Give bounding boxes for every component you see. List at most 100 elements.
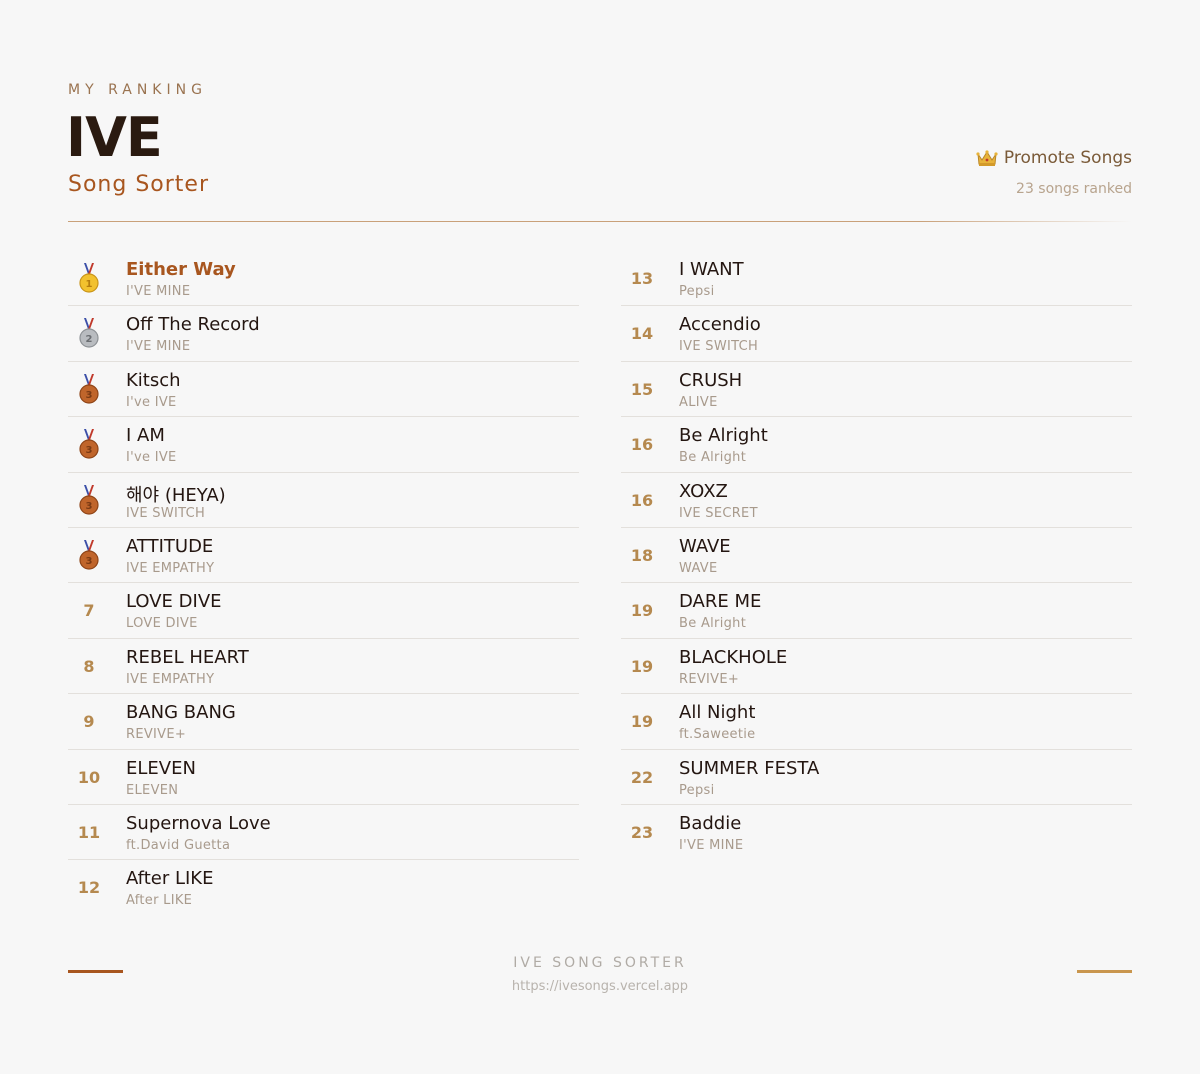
ranking-row: 18 WAVE WAVE: [621, 528, 1132, 584]
eyebrow-label: MY RANKING: [68, 82, 207, 98]
ranking-list-right: 13 I WANT Pepsi 14 Accendio IVE SWITCH 15 CRUSH…: [621, 251, 1132, 860]
header-divider: [68, 221, 1132, 222]
song-title: SUMMER FESTA: [679, 757, 820, 779]
song-title: BLACKHOLE: [679, 646, 788, 668]
album-name: ft.Saweetie: [679, 727, 756, 743]
ranking-list-left: 1 Either Way I'VE MINE 2 Off The Record I'VE …: [68, 251, 579, 916]
album-name: IVE EMPATHY: [126, 671, 215, 687]
album-name: REVIVE+: [679, 671, 740, 687]
song-title: After LIKE: [126, 868, 214, 890]
ranking-row: 13 I WANT Pepsi: [621, 251, 1132, 307]
promote-songs-label: Promote Songs: [976, 148, 1132, 168]
rank-number: 14: [630, 324, 654, 344]
rank-number: 22: [630, 767, 654, 787]
song-title: Accendio: [679, 314, 761, 336]
ranking-card: MY RANKING IVE Song Sorter Promote Songs…: [66, 0, 1132, 1074]
gold-medal-icon: 1: [79, 263, 99, 293]
album-name: Be Alright: [679, 616, 747, 632]
song-title: Off The Record: [126, 314, 260, 336]
ranking-row: 14 Accendio IVE SWITCH: [621, 306, 1132, 362]
album-name: Pepsi: [679, 284, 715, 299]
svg-text:2: 2: [86, 334, 93, 345]
ranking-row: 1 Either Way I'VE MINE: [68, 251, 579, 307]
rank-number: 10: [77, 767, 101, 787]
rank-number: 16: [630, 435, 654, 455]
ranking-row: 12 After LIKE After LIKE: [68, 860, 579, 915]
song-title: CRUSH: [679, 369, 743, 391]
rank-number: 19: [630, 712, 654, 732]
song-title: 해야 (HEYA): [126, 484, 226, 506]
rank-number: 13: [630, 269, 654, 288]
album-name: ALIVE: [679, 394, 718, 410]
ranking-row: 19 All Night ft.Saweetie: [621, 694, 1132, 750]
album-name: IVE SECRET: [679, 505, 758, 521]
bronze-medal-icon: 3: [79, 539, 99, 570]
bronze-medal-icon: 3: [79, 373, 99, 404]
album-name: ft.David Guetta: [126, 837, 231, 853]
song-title: I WANT: [679, 259, 744, 280]
song-title: Baddie: [679, 812, 742, 834]
song-title: I AM: [126, 425, 165, 447]
ranking-row: 23 Baddie I'VE MINE: [621, 805, 1132, 860]
song-title: XOXZ: [679, 480, 728, 502]
song-title: Supernova Love: [126, 812, 271, 834]
rank-number: 12: [77, 878, 101, 898]
page-title: IVE: [66, 106, 163, 169]
song-title: All Night: [679, 702, 756, 724]
rank-number: 9: [83, 712, 95, 732]
page-subtitle: Song Sorter: [68, 172, 210, 197]
svg-text:3: 3: [86, 390, 93, 401]
ranking-row: 3 해야 (HEYA) IVE SWITCH: [68, 473, 579, 528]
song-title: LOVE DIVE: [126, 591, 222, 613]
silver-medal-icon: 2: [79, 318, 99, 348]
svg-text:3: 3: [86, 501, 93, 512]
rank-number: 15: [630, 379, 654, 399]
album-name: LOVE DIVE: [126, 616, 198, 632]
bronze-medal-icon: 3: [79, 484, 99, 515]
song-title: Kitsch: [126, 369, 181, 391]
ranking-row: 16 XOXZ IVE SECRET: [621, 473, 1132, 528]
album-name: Be Alright: [679, 450, 747, 466]
song-title: WAVE: [679, 535, 731, 557]
svg-text:3: 3: [86, 445, 93, 456]
song-title: DARE ME: [679, 591, 762, 613]
song-title: BANG BANG: [126, 702, 236, 724]
songs-ranked-count: 23 songs ranked: [1016, 181, 1132, 197]
rank-number: 8: [83, 656, 95, 676]
footer-url: https://ivesongs.vercel.app: [511, 979, 689, 994]
album-name: IVE EMPATHY: [126, 560, 215, 576]
ranking-row: 15 CRUSH ALIVE: [621, 362, 1132, 418]
song-title: ELEVEN: [126, 757, 196, 779]
ranking-row: 9 BANG BANG REVIVE+: [68, 694, 579, 750]
ranking-row: 7 LOVE DIVE LOVE DIVE: [68, 583, 579, 639]
album-name: I'VE MINE: [126, 339, 191, 355]
ranking-row: 3 Kitsch I've IVE: [68, 362, 579, 418]
footer-title: IVE SONG SORTER: [513, 955, 687, 971]
rank-number: 7: [83, 601, 95, 621]
rank-number: 18: [630, 545, 654, 565]
album-name: WAVE: [679, 560, 718, 576]
ranking-row: 3 ATTITUDE IVE EMPATHY: [68, 528, 579, 584]
album-name: IVE SWITCH: [126, 505, 206, 521]
song-title: REBEL HEART: [126, 646, 249, 668]
album-name: REVIVE+: [126, 727, 187, 743]
svg-text:3: 3: [86, 556, 93, 567]
album-name: I'VE MINE: [126, 284, 191, 299]
ranking-row: 2 Off The Record I'VE MINE: [68, 306, 579, 362]
album-name: IVE SWITCH: [679, 339, 759, 355]
song-title: Be Alright: [679, 425, 768, 447]
song-title: ATTITUDE: [126, 535, 214, 557]
bronze-medal-icon: 3: [79, 429, 99, 459]
album-name: Pepsi: [679, 782, 715, 798]
album-name: I've IVE: [126, 394, 177, 410]
ranking-row: 16 Be Alright Be Alright: [621, 417, 1132, 473]
promote-songs-text: Promote Songs: [1003, 148, 1132, 168]
ranking-row: 8 REBEL HEART IVE EMPATHY: [68, 639, 579, 695]
ranking-row: 11 Supernova Love ft.David Guetta: [68, 805, 579, 861]
rank-number: 23: [630, 822, 654, 842]
album-name: I've IVE: [126, 450, 177, 466]
song-title: Either Way: [126, 259, 236, 280]
ranking-row: 19 DARE ME Be Alright: [621, 583, 1132, 639]
rank-number: 16: [630, 490, 654, 510]
rank-number: 11: [77, 822, 101, 842]
